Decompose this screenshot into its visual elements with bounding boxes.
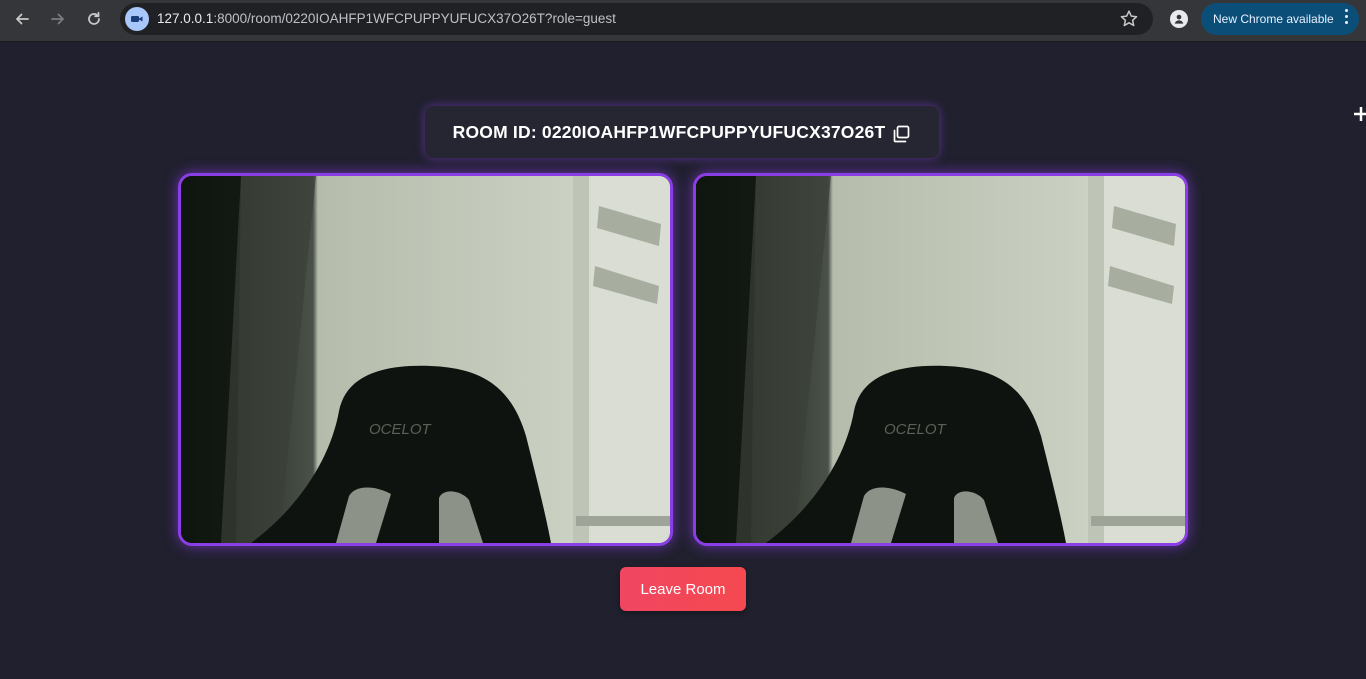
chrome-update-button[interactable]: New Chrome available [1201, 3, 1359, 35]
webcam-frame: OCELOT [181, 176, 670, 543]
vertical-dots-icon[interactable] [1343, 9, 1349, 24]
video-camera-icon[interactable] [125, 7, 149, 31]
url-host: 127.0.0.1 [157, 11, 214, 26]
local-video[interactable]: OCELOT [178, 173, 673, 546]
remote-video[interactable]: OCELOT [693, 173, 1188, 546]
back-arrow-icon[interactable] [6, 5, 38, 33]
profile-icon[interactable] [1165, 5, 1193, 33]
star-icon[interactable] [1119, 9, 1139, 29]
reload-icon[interactable] [78, 5, 110, 33]
url-path: :8000/room/0220IOAHFP1WFCPUPPYUFUCX37O26… [213, 11, 616, 26]
url-text[interactable]: 127.0.0.1:8000/room/0220IOAHFP1WFCPUPPYU… [157, 11, 616, 26]
update-label: New Chrome available [1213, 12, 1334, 26]
room-id-label: ROOM ID: 0220IOAHFP1WFCPUPPYUFUCX37O26T [452, 121, 886, 142]
copy-icon[interactable] [891, 124, 911, 144]
browser-toolbar: 127.0.0.1:8000/room/0220IOAHFP1WFCPUPPYU… [0, 0, 1366, 42]
room-id-panel: ROOM ID: 0220IOAHFP1WFCPUPPYUFUCX37O26T [425, 106, 939, 158]
forward-arrow-icon[interactable] [42, 5, 74, 33]
avatar [1170, 10, 1188, 28]
chair-brand-text: OCELOT [884, 421, 948, 438]
webcam-frame: OCELOT [696, 176, 1185, 543]
leave-room-button[interactable]: Leave Room [620, 567, 746, 611]
crosshair-cursor-icon [1354, 104, 1366, 124]
chair-brand-text: OCELOT [369, 421, 433, 438]
address-bar[interactable]: 127.0.0.1:8000/room/0220IOAHFP1WFCPUPPYU… [120, 3, 1153, 35]
